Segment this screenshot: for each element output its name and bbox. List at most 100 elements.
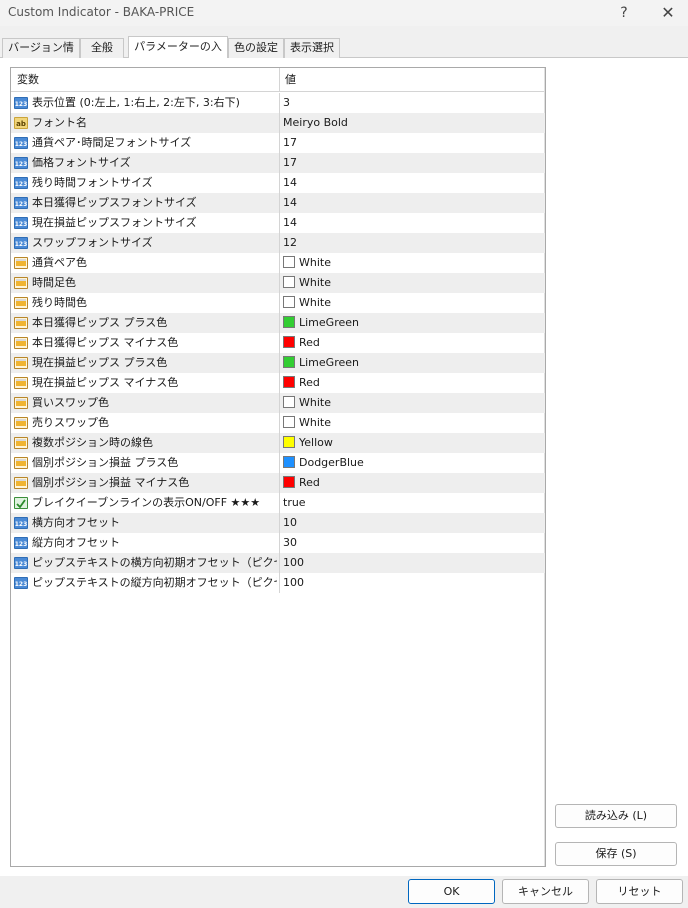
parameter-value-text: LimeGreen (299, 356, 359, 369)
table-row[interactable]: 個別ポジション損益 マイナス色 Red (11, 473, 545, 493)
help-button[interactable]: ? (607, 2, 641, 24)
parameter-name: 縦方向オフセット (32, 536, 120, 549)
table-row[interactable]: 売りスワップ色 White (11, 413, 545, 433)
parameter-value-text: White (299, 256, 331, 269)
table-row[interactable]: 本日獲得ピップス プラス色 LimeGreen (11, 313, 545, 333)
parameter-name: 時間足色 (32, 276, 76, 289)
parameter-name: 表示位置 (0:左上, 1:右上, 2:左下, 3:右下) (32, 96, 240, 109)
parameter-value[interactable]: 10 (283, 513, 297, 533)
color-swatch (283, 416, 295, 428)
tab-visualization[interactable]: 表示選択 (284, 38, 340, 58)
parameter-name: 価格フォントサイズ (32, 156, 131, 169)
parameter-value[interactable]: Red (283, 333, 320, 353)
table-row[interactable]: 123 横方向オフセット 10 (11, 513, 545, 533)
svg-text:123: 123 (15, 581, 28, 588)
header-value[interactable]: 値 (285, 68, 296, 92)
parameter-value[interactable]: White (283, 293, 331, 313)
integer-type-icon: 123 (13, 155, 29, 171)
parameter-value[interactable]: LimeGreen (283, 353, 359, 373)
parameter-value[interactable]: Red (283, 473, 320, 493)
parameter-value[interactable]: White (283, 393, 331, 413)
color-swatch (283, 276, 295, 288)
parameter-value[interactable]: Meiryo Bold (283, 113, 348, 133)
svg-text:123: 123 (15, 101, 28, 108)
table-row[interactable]: 123 価格フォントサイズ 17 (11, 153, 545, 173)
table-row[interactable]: ab フォント名 Meiryo Bold (11, 113, 545, 133)
tab-parameters[interactable]: パラメーターの入力 (128, 36, 228, 73)
parameter-value[interactable]: White (283, 273, 331, 293)
parameter-value[interactable]: Red (283, 373, 320, 393)
parameter-value-text: 3 (283, 96, 290, 109)
parameter-name: 通貨ペア･時間足フォントサイズ (32, 136, 192, 149)
parameter-value[interactable]: 100 (283, 573, 304, 593)
color-swatch (283, 376, 295, 388)
table-row[interactable]: 現在損益ピップス マイナス色 Red (11, 373, 545, 393)
header-variable[interactable]: 変数 (17, 68, 39, 92)
table-row[interactable]: 買いスワップ色 White (11, 393, 545, 413)
parameter-value-text: 14 (283, 196, 297, 209)
parameter-value[interactable]: 17 (283, 153, 297, 173)
ok-button[interactable]: OK (408, 879, 495, 904)
parameter-name: 個別ポジション損益 プラス色 (32, 456, 179, 469)
integer-type-icon: 123 (13, 215, 29, 231)
table-row[interactable]: 123 縦方向オフセット 30 (11, 533, 545, 553)
parameter-name: 現在損益ピップス マイナス色 (32, 376, 179, 389)
table-row[interactable]: 123 表示位置 (0:左上, 1:右上, 2:左下, 3:右下) 3 (11, 93, 545, 113)
parameter-value[interactable]: DodgerBlue (283, 453, 364, 473)
color-type-icon (13, 375, 29, 391)
parameter-value[interactable]: 3 (283, 93, 290, 113)
parameter-value[interactable]: Yellow (283, 433, 333, 453)
close-button[interactable]: ✕ (651, 2, 685, 24)
boolean-type-icon (13, 495, 29, 511)
tab-version-info[interactable]: バージョン情報 (2, 38, 80, 72)
tab-colors[interactable]: 色の設定 (228, 38, 284, 58)
table-row[interactable]: 123 通貨ペア･時間足フォントサイズ 17 (11, 133, 545, 153)
table-row[interactable]: 123 残り時間フォントサイズ 14 (11, 173, 545, 193)
column-divider (279, 113, 280, 133)
parameter-value[interactable]: 12 (283, 233, 297, 253)
load-button[interactable]: 読み込み (L) (555, 804, 677, 828)
save-button[interactable]: 保存 (S) (555, 842, 677, 866)
tab-general[interactable]: 全般 (80, 38, 124, 58)
table-row[interactable]: 123 本日獲得ピップスフォントサイズ 14 (11, 193, 545, 213)
cancel-button[interactable]: キャンセル (502, 879, 589, 904)
table-row[interactable]: 時間足色 White (11, 273, 545, 293)
parameter-value[interactable]: 30 (283, 533, 297, 553)
reset-button[interactable]: リセット (596, 879, 683, 904)
svg-text:123: 123 (15, 541, 28, 548)
header-divider[interactable] (279, 68, 280, 92)
column-divider (279, 513, 280, 533)
parameter-value[interactable]: 14 (283, 193, 297, 213)
parameter-value[interactable]: 14 (283, 173, 297, 193)
color-swatch (283, 316, 295, 328)
svg-text:123: 123 (15, 521, 28, 528)
parameter-value-text: Meiryo Bold (283, 116, 348, 129)
svg-text:123: 123 (15, 221, 28, 228)
parameter-value-text: 100 (283, 556, 304, 569)
parameter-value-text: 17 (283, 136, 297, 149)
parameter-value[interactable]: White (283, 253, 331, 273)
table-row[interactable]: 残り時間色 White (11, 293, 545, 313)
table-row[interactable]: 123 スワップフォントサイズ 12 (11, 233, 545, 253)
table-row[interactable]: 本日獲得ピップス マイナス色 Red (11, 333, 545, 353)
table-row[interactable]: 123 現在損益ピップスフォントサイズ 14 (11, 213, 545, 233)
parameter-value[interactable]: 17 (283, 133, 297, 153)
parameter-value[interactable]: true (283, 493, 306, 513)
parameter-name: ブレイクイーブンラインの表示ON/OFF ★★★ (32, 496, 261, 509)
table-row[interactable]: 個別ポジション損益 プラス色 DodgerBlue (11, 453, 545, 473)
parameter-value[interactable]: 14 (283, 213, 297, 233)
table-row[interactable]: ブレイクイーブンラインの表示ON/OFF ★★★ true (11, 493, 545, 513)
table-row[interactable]: 複数ポジション時の線色 Yellow (11, 433, 545, 453)
table-row[interactable]: 現在損益ピップス プラス色 LimeGreen (11, 353, 545, 373)
table-row[interactable]: 通貨ペア色 White (11, 253, 545, 273)
parameter-value[interactable]: LimeGreen (283, 313, 359, 333)
column-divider (279, 533, 280, 553)
parameter-value[interactable]: 100 (283, 553, 304, 573)
integer-type-icon: 123 (13, 515, 29, 531)
column-divider (279, 173, 280, 193)
color-type-icon (13, 315, 29, 331)
table-row[interactable]: 123 ピップステキストの横方向初期オフセット（ピクセ･.. 100 (11, 553, 545, 573)
column-divider (279, 273, 280, 293)
parameter-value[interactable]: White (283, 413, 331, 433)
table-row[interactable]: 123 ピップステキストの縦方向初期オフセット（ピクセル... 100 (11, 573, 545, 593)
